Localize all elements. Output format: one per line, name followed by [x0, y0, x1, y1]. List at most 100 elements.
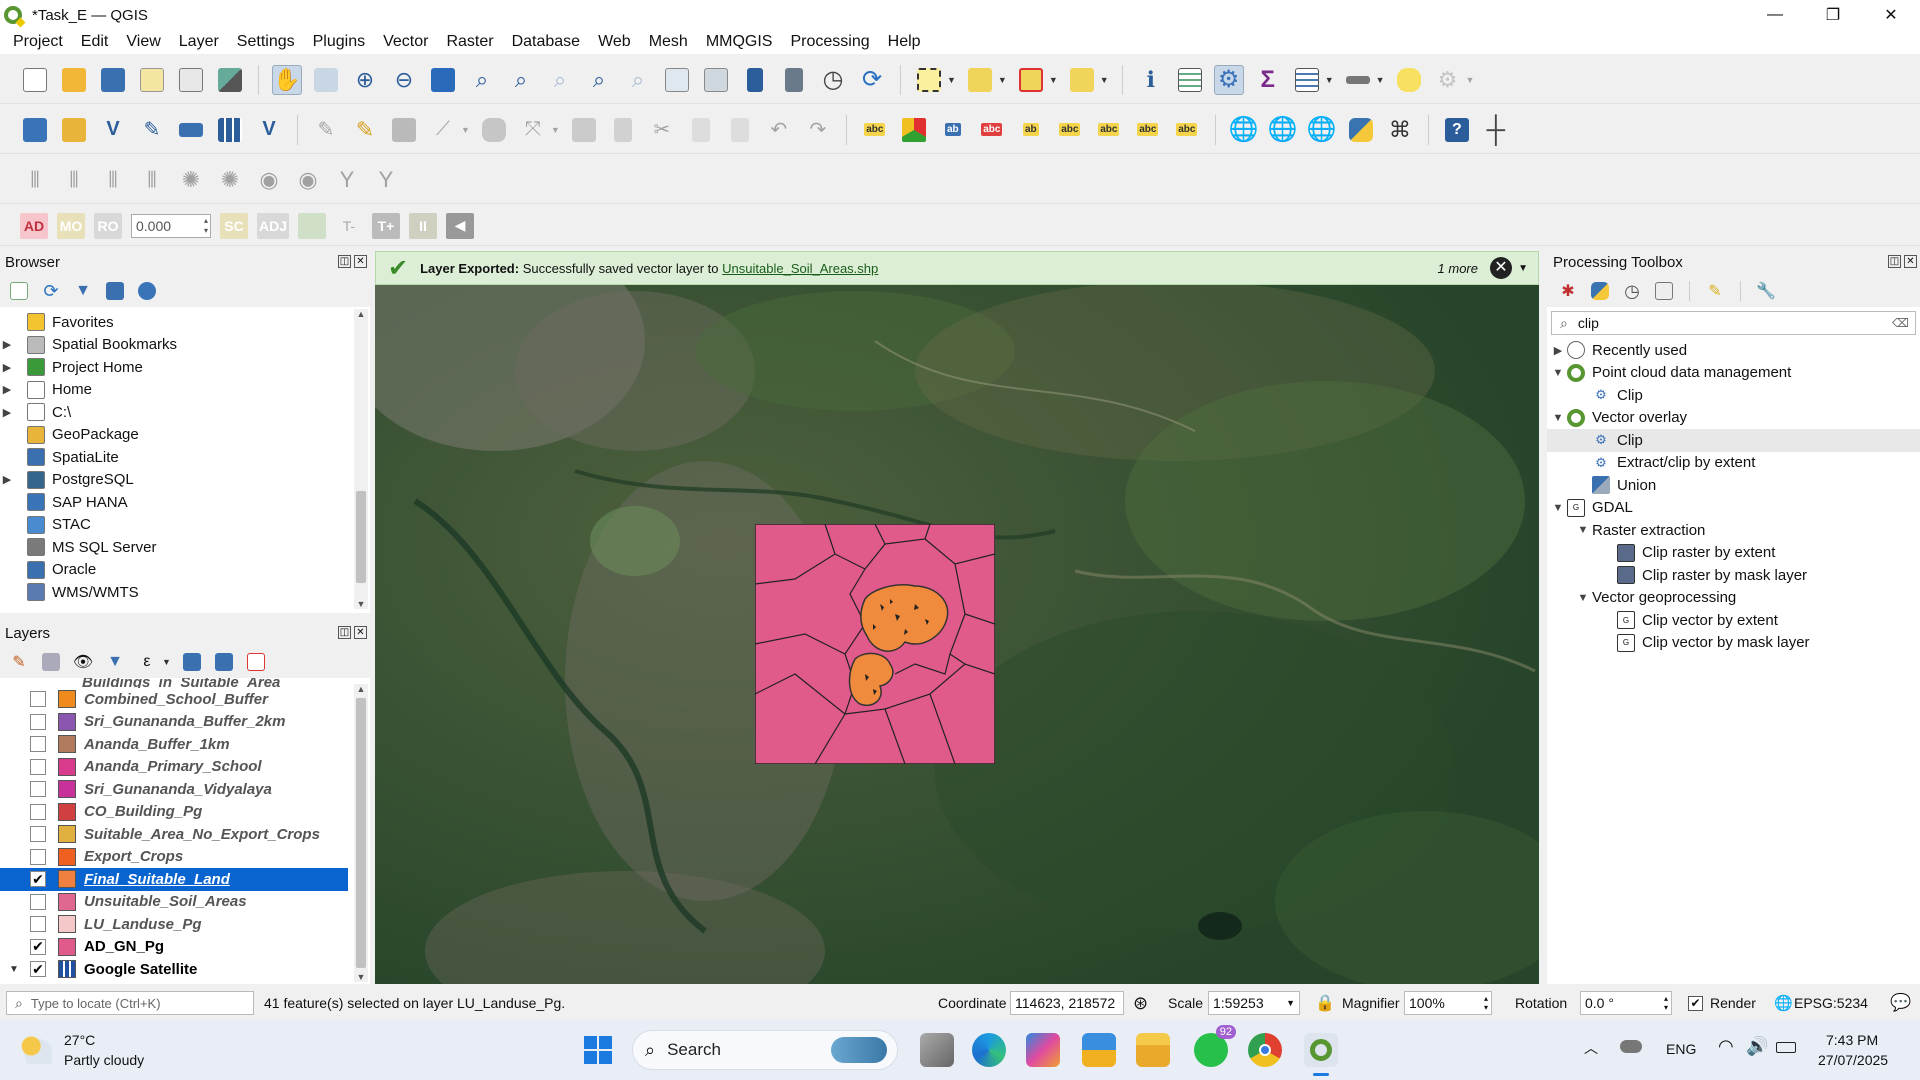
- provider-group[interactable]: ▼ Raster extraction: [1547, 519, 1920, 542]
- float-panel-icon[interactable]: ◫: [338, 255, 351, 268]
- chevron-down-icon[interactable]: ▼: [998, 75, 1007, 85]
- expand-arrow-icon[interactable]: ▶: [1551, 344, 1565, 357]
- identify-features-icon[interactable]: ℹ: [1136, 65, 1166, 95]
- render-checkbox[interactable]: ✔: [1688, 995, 1703, 1011]
- layer-visibility-checkbox[interactable]: [30, 781, 46, 798]
- processing-toolbox-icon[interactable]: ⚙: [1213, 64, 1244, 95]
- back-button[interactable]: ◀: [446, 212, 474, 239]
- expand-arrow-icon[interactable]: ▶: [0, 361, 14, 374]
- layer-labeling-icon[interactable]: abc: [860, 115, 890, 145]
- style-manager-icon[interactable]: [215, 65, 245, 95]
- pause-button[interactable]: II: [409, 212, 437, 239]
- label-properties-icon[interactable]: abc: [1133, 115, 1163, 145]
- rotate-label-icon[interactable]: abc: [1055, 115, 1085, 145]
- crs-button[interactable]: EPSG:5234: [1794, 995, 1868, 1011]
- close-panel-icon[interactable]: ✕: [354, 626, 367, 639]
- ad-gn-polygon-layer[interactable]: [755, 524, 995, 764]
- chrome-icon[interactable]: [1248, 1033, 1282, 1067]
- layer-item[interactable]: Ananda_Buffer_1km: [0, 733, 370, 756]
- chevron-down-icon[interactable]: ▼: [1286, 998, 1295, 1008]
- open-table-icon[interactable]: [1292, 65, 1322, 95]
- toggle-extents-icon[interactable]: ⊛: [1133, 993, 1148, 1014]
- zoom-out-icon[interactable]: ⊖: [389, 65, 419, 95]
- zoom-full-icon[interactable]: [428, 65, 458, 95]
- expand-arrow-icon[interactable]: ▼: [1551, 502, 1565, 514]
- maximize-button[interactable]: ❐: [1804, 0, 1862, 30]
- filter-expression-icon[interactable]: ε: [136, 651, 158, 673]
- data-source-manager-icon[interactable]: [20, 115, 50, 145]
- history-icon[interactable]: ◷: [1621, 280, 1643, 302]
- menu-database[interactable]: Database: [503, 33, 590, 51]
- clear-search-icon[interactable]: ⌫: [1892, 316, 1909, 330]
- layer-item[interactable]: CO_Building_Pg: [0, 801, 370, 824]
- browser-item[interactable]: WMS/WMTS: [0, 581, 370, 604]
- attribute-table-icon[interactable]: [1175, 65, 1205, 95]
- menu-settings[interactable]: Settings: [228, 33, 304, 51]
- layer-item[interactable]: Suitable_Area_No_Export_Crops: [0, 823, 370, 846]
- language-indicator[interactable]: ENG: [1666, 1041, 1696, 1057]
- browser-item[interactable]: SpatiaLite: [0, 446, 370, 469]
- float-panel-icon[interactable]: ◫: [338, 626, 351, 639]
- taskbar-search[interactable]: ⌕ Search: [632, 1030, 898, 1070]
- add-raster-layer-icon[interactable]: [215, 115, 245, 145]
- expand-arrow-icon[interactable]: ▼: [9, 964, 19, 975]
- delete-ring-icon[interactable]: ◉: [293, 165, 323, 195]
- provider-group[interactable]: ▼ Vector geoprocessing: [1547, 587, 1920, 610]
- magnifier-field[interactable]: 100% ▴ ▾: [1404, 991, 1492, 1015]
- browser-item[interactable]: ▶ C:\: [0, 401, 370, 424]
- ro-button[interactable]: RO: [94, 212, 122, 239]
- provider-group[interactable]: ▼ Vector overlay: [1547, 407, 1920, 430]
- zoom-last-icon[interactable]: ⌕: [584, 65, 614, 95]
- algorithm-item[interactable]: ⚙ Extract/clip by extent: [1547, 452, 1920, 475]
- temporal-controller-icon[interactable]: ◷: [818, 65, 848, 95]
- layer-item[interactable]: Export_Crops: [0, 846, 370, 869]
- deselect-features-icon[interactable]: [1016, 65, 1046, 95]
- layer-visibility-checkbox[interactable]: [30, 691, 46, 708]
- browser-item[interactable]: ▶ Spatial Bookmarks: [0, 334, 370, 357]
- layer-visibility-checkbox[interactable]: [30, 826, 46, 843]
- split-features-icon[interactable]: ⫴: [20, 165, 50, 195]
- help-icon[interactable]: ?: [1442, 115, 1472, 145]
- binoculars-icon[interactable]: ⌘: [1385, 115, 1415, 145]
- zoom-to-layer-icon[interactable]: ⌕: [506, 65, 536, 95]
- show-hide-labels-icon[interactable]: abc: [977, 115, 1007, 145]
- whatsapp-icon[interactable]: 92: [1194, 1025, 1236, 1067]
- new-spatialite-layer-icon[interactable]: ✎: [137, 115, 167, 145]
- paste-features-icon[interactable]: [725, 115, 755, 145]
- add-group-icon[interactable]: [40, 651, 62, 673]
- start-button[interactable]: [584, 1036, 612, 1064]
- close-button[interactable]: ✕: [1862, 0, 1920, 30]
- chevron-down-icon[interactable]: ▼: [1376, 75, 1385, 85]
- expand-arrow-icon[interactable]: ▼: [1576, 592, 1590, 604]
- current-edits-icon[interactable]: ✎: [311, 115, 341, 145]
- open-project-icon[interactable]: [59, 65, 89, 95]
- ad-toggle-button[interactable]: AD: [20, 212, 48, 239]
- chevron-down-icon[interactable]: ▼: [551, 125, 560, 135]
- expand-all-icon[interactable]: [181, 651, 203, 673]
- new-shapefile-layer-icon[interactable]: V: [98, 115, 128, 145]
- add-part-icon[interactable]: ✺: [215, 165, 245, 195]
- collapse-all-icon[interactable]: [104, 280, 126, 302]
- expand-arrow-icon[interactable]: ▼: [1551, 412, 1565, 424]
- new-print-layout-icon[interactable]: [137, 65, 167, 95]
- vertex-tool-icon[interactable]: ⤧: [518, 115, 548, 145]
- layer-visibility-checkbox[interactable]: [30, 803, 46, 820]
- minimize-button[interactable]: —: [1746, 0, 1804, 30]
- crosshair-icon[interactable]: ┼: [1481, 114, 1511, 145]
- digitize-icon[interactable]: ⟋: [428, 115, 458, 145]
- layer-visibility-checkbox[interactable]: ✔: [30, 938, 46, 955]
- menu-help[interactable]: Help: [879, 33, 930, 51]
- measure-line-icon[interactable]: [1343, 65, 1373, 95]
- models-icon[interactable]: ✱: [1557, 280, 1579, 302]
- reshape-features-icon[interactable]: ⫴: [98, 165, 128, 195]
- algorithm-item[interactable]: ⚙ Clip: [1547, 429, 1920, 452]
- provider-group[interactable]: ▼ Point cloud data management: [1547, 362, 1920, 385]
- layer-item[interactable]: Unsuitable_Soil_Areas: [0, 891, 370, 914]
- algorithm-item[interactable]: ⚙ Clip: [1547, 384, 1920, 407]
- select-by-value-icon[interactable]: [965, 65, 995, 95]
- chevron-down-icon[interactable]: ▼: [947, 75, 956, 85]
- weather-icon[interactable]: [20, 1034, 52, 1064]
- globe-settings-icon[interactable]: 🌐: [1307, 115, 1337, 145]
- new-project-icon[interactable]: [20, 65, 50, 95]
- menu-mesh[interactable]: Mesh: [640, 33, 697, 51]
